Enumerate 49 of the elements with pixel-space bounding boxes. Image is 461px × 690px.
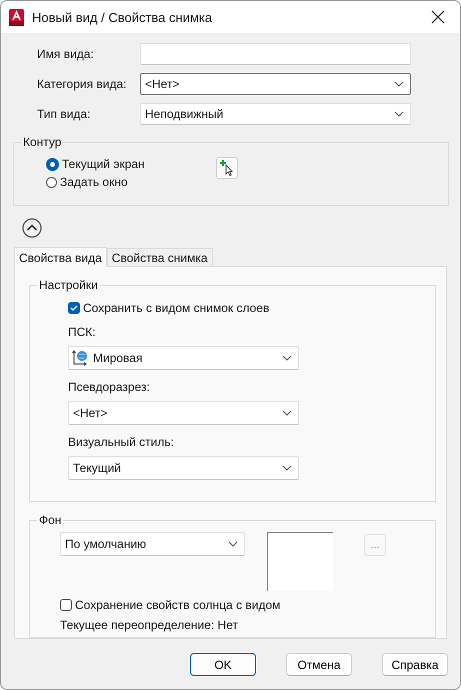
color-preview <box>267 532 333 591</box>
group-title: Контур <box>21 135 64 149</box>
window-title: Новый вид / Свойства снимка <box>32 10 214 24</box>
collapse-icon[interactable] <box>22 218 42 238</box>
chevron-down-icon <box>282 465 292 471</box>
field-label: Псевдоразрез: <box>68 380 151 394</box>
tab[interactable]: Свойства вида <box>14 247 107 267</box>
chevron-down-icon <box>282 355 292 361</box>
radio-button[interactable] <box>46 176 57 188</box>
dropdown[interactable]: <Нет> <box>140 73 411 95</box>
dialog-button[interactable]: OK <box>190 653 256 676</box>
dropdown[interactable]: Неподвижный <box>140 103 411 125</box>
dropdown[interactable]: По умолчанию <box>60 532 245 556</box>
checkbox-option[interactable]: Сохранение свойств солнца с видом <box>60 598 435 612</box>
dropdown[interactable]: Текущий <box>68 456 299 480</box>
radio-button[interactable] <box>46 158 59 170</box>
dialog-button[interactable]: Отмена <box>286 653 352 676</box>
status-text: Текущее переопределение: Нет <box>60 618 239 632</box>
chevron-down-icon <box>394 81 404 87</box>
field-label: ПСК: <box>68 325 97 339</box>
dropdown[interactable]: Мировая <box>68 346 299 370</box>
dropdown[interactable]: <Нет> <box>68 401 299 425</box>
field-label: Визуальный стиль: <box>68 435 175 449</box>
chevron-down-icon <box>228 540 238 547</box>
group-title: Фон <box>37 512 64 527</box>
close-icon[interactable] <box>430 9 446 25</box>
radio-label: Задать окно <box>60 175 128 189</box>
checkbox[interactable] <box>68 302 80 314</box>
check-icon <box>69 303 79 313</box>
field-label: Категория вида: <box>37 77 128 91</box>
dialog-button[interactable]: Справка <box>382 653 448 676</box>
cursor-plus-icon <box>220 160 234 176</box>
app-logo-icon <box>9 8 24 26</box>
field-label: Имя вида: <box>37 47 95 61</box>
checkbox-option[interactable]: Сохранить с видом снимок слоев <box>68 301 435 315</box>
pick-window-button[interactable] <box>216 157 238 179</box>
chevron-down-icon <box>282 410 292 416</box>
checkbox-label: Сохранить с видом снимок слоев <box>83 301 270 315</box>
field-label: Тип вида: <box>37 107 92 121</box>
group-title: Настройки <box>37 278 100 292</box>
tab[interactable]: Свойства снимка <box>106 248 213 266</box>
checkbox-label: Сохранение свойств солнца с видом <box>75 598 280 612</box>
text-field[interactable] <box>140 43 411 65</box>
chevron-down-icon <box>394 111 404 117</box>
checkbox[interactable] <box>60 598 72 611</box>
radio-option[interactable]: Задать окно <box>46 175 196 189</box>
radio-label: Текущий экран <box>62 157 145 171</box>
globe-axes-icon <box>71 349 89 367</box>
radio-option[interactable]: Текущий экран <box>46 157 196 171</box>
